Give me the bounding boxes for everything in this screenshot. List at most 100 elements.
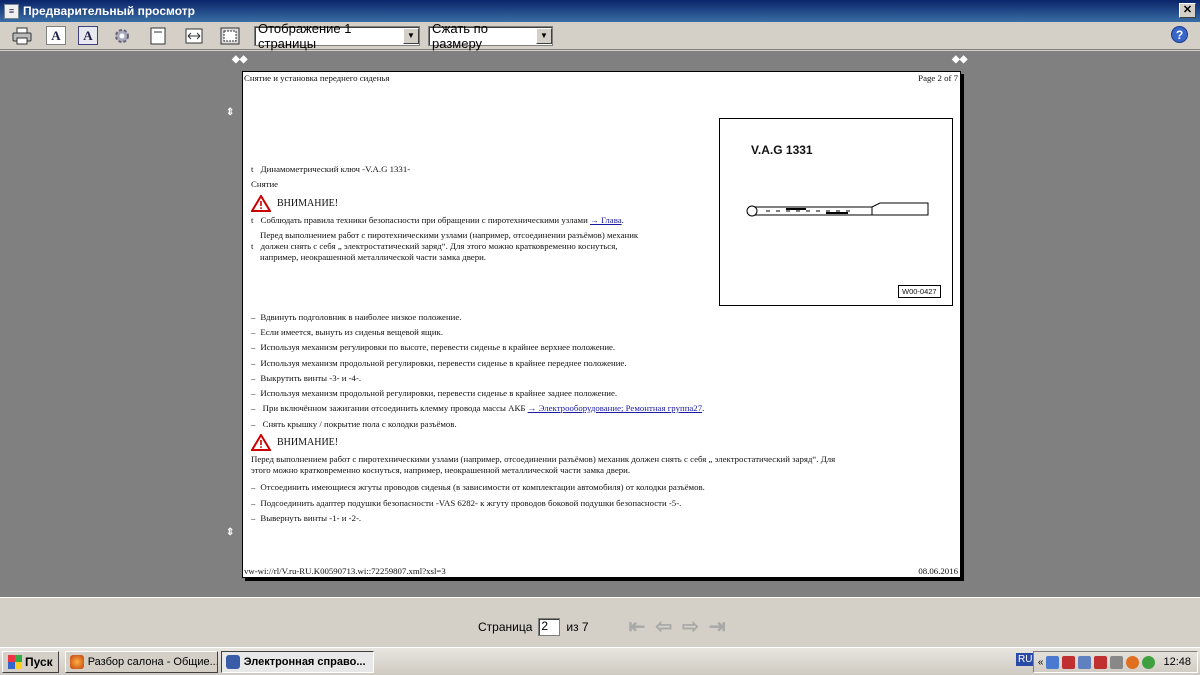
warning-2-line-2: t должен снять с себя „ электростатическ… [251,241,617,251]
close-button[interactable]: ✕ [1179,3,1196,18]
warning-triangle-icon [251,195,271,212]
browser-icon [69,654,84,669]
warning-1-body: Соблюдать правила техники безопасности п… [260,215,588,225]
page-settings-button[interactable] [110,25,134,47]
network-icon[interactable] [1046,655,1060,669]
step-item: – Используя механизм регулировки по высот… [251,342,615,352]
dash-marker: – [251,497,256,508]
step-item: – Используя механизм продольной регулиров… [251,388,617,398]
next-page-icon[interactable]: ⇨ [682,614,699,639]
step-text: Отсоединить имеющиеся жгуты проводов сид… [260,482,705,492]
warning-3-line-1: Перед выполнением работ с пиротехнически… [251,454,836,464]
step-text: Выкрутить винты -3- и -4-. [260,372,362,383]
step-text: Вдвинуть подголовник в наиболее низкое п… [260,312,462,322]
security-icon[interactable] [1126,655,1140,669]
dash-marker: – [251,327,256,338]
chapter-link[interactable]: → Глава [590,215,622,225]
step-akb-end: . [702,403,705,413]
chevron-down-icon[interactable]: ▼ [536,27,552,44]
start-button[interactable]: Пуск [2,650,59,673]
step-text: Используя механизм продольной регулировк… [260,357,627,368]
step-item: – Используя механизм продольной регулиров… [251,358,627,368]
settings-icon[interactable] [1110,655,1124,669]
tray-expand-icon[interactable]: « [1038,657,1044,668]
printer-icon [12,27,32,44]
prev-page-icon[interactable]: ⇦ [655,614,672,639]
page-mode-select[interactable]: Отображение 1 страницы ▼ [254,21,420,51]
portrait-button[interactable]: A [46,26,66,45]
clock: 12:48 [1163,656,1191,668]
margin-handle-icon[interactable]: ◆◆ [952,54,967,65]
preview-page: Снятие и установка переднего сиденья Pag… [242,71,961,578]
tool-line: t Динамометрический ключ -V.A.G 1331- [251,164,410,174]
warning-2-line-3: например, неокрашенной металлической час… [260,252,487,262]
warning-label: ВНИМАНИЕ! [277,437,339,448]
page-setup-button[interactable] [146,25,170,47]
step-item: – Вывернуть винты -1- и -2-. [251,513,361,523]
chevron-down-icon[interactable]: ▼ [403,27,419,44]
step-text: Используя механизм регулировки по высоте… [260,342,616,353]
warning-3-line-2: этого можно кратковременно коснуться, на… [251,465,631,475]
app-icon [225,654,240,669]
bullet-marker: t [251,215,254,225]
toolbar: A A Отображение 1 страницы ▼ Сжать по ра… [0,21,1200,51]
electrical-link[interactable]: → Электрооборудование; Ремонтная группа2… [528,403,703,413]
warning-1-end: . [621,215,624,225]
page-mode-value: Отображение 1 страницы [258,20,352,51]
volume-icon[interactable] [1078,655,1092,669]
step-cover-text: Снять крышку / покрытие пола с колодки р… [262,419,457,429]
last-page-icon[interactable]: ⇥ [709,614,726,639]
margin-handle-icon[interactable]: ⇕ [226,107,234,118]
pager-label: Страница [478,619,533,634]
windows-logo-icon [8,654,22,669]
section-heading: Снятие [251,179,279,189]
task-help-app[interactable]: Электронная справо... [220,650,374,673]
zoom-value: Сжать по размеру [432,20,488,51]
warning-block-2: ВНИМАНИЕ! [251,434,338,451]
step-item: – Выкрутить винты -3- и -4-. [251,373,361,383]
network-icon[interactable] [1062,655,1076,669]
start-label: Пуск [25,654,53,669]
portrait-icon: A [51,27,61,43]
dash-marker: – [251,419,256,429]
zoom-select[interactable]: Сжать по размеру ▼ [428,21,553,51]
fit-page-icon [220,27,240,44]
margin-handle-icon[interactable]: ◆◆ [232,54,247,65]
page-number-input[interactable]: 2 [538,617,561,636]
preview-workspace: ◆◆ ◆◆ ⇕ ⇕ Снятие и установка переднего с… [0,51,1200,597]
dash-marker: – [251,482,256,492]
dash-marker: – [251,388,256,398]
dash-marker: – [251,342,256,353]
dash-marker: – [251,312,256,322]
dash-marker: – [251,357,256,368]
help-icon[interactable]: ? [1171,26,1188,43]
fit-width-icon [185,28,203,43]
step-item: – Если имеется, вынуть из сиденья вещевой… [251,327,443,337]
update-icon[interactable] [1142,655,1156,669]
task-browser[interactable]: Разбор салона - Общие... [64,650,218,673]
bullet-marker: t [251,241,254,251]
first-page-icon[interactable]: ⇤ [629,614,646,639]
landscape-icon: A [83,27,93,43]
language-indicator[interactable]: RU [1016,653,1035,666]
status-bar: Страница 2 из 7 ⇤ ⇦ ⇨ ⇥ [0,597,1200,647]
app-icon: ≡ [4,3,19,19]
tool-figure: V.A.G 1331 W00-0427 [719,118,953,306]
landscape-button[interactable]: A [78,26,98,45]
step-text: Подсоединить адаптер подушки безопасност… [260,497,682,508]
figure-code: W00-0427 [898,285,941,298]
step-item: – Вдвинуть подголовник в наиболее низкое … [251,312,461,322]
network-icon[interactable] [1094,655,1108,669]
step-text: Вывернуть винты -1- и -2-. [260,513,362,523]
fit-page-button[interactable] [218,25,242,47]
figure-title: V.A.G 1331 [751,143,813,157]
step-item: – Отсоединить имеющиеся жгуты проводов си… [251,482,705,492]
print-button[interactable] [10,25,34,47]
task-help-label: Электронная справо... [243,655,366,668]
task-browser-label: Разбор салона - Общие... [87,655,218,668]
dash-marker: – [251,372,256,383]
step-text: Если имеется, вынуть из сиденья вещевой … [260,327,444,338]
fit-width-button[interactable] [182,25,206,47]
margin-handle-icon[interactable]: ⇕ [226,527,234,538]
title-bar: ≡ Предварительный просмотр ✕ [0,0,1200,22]
